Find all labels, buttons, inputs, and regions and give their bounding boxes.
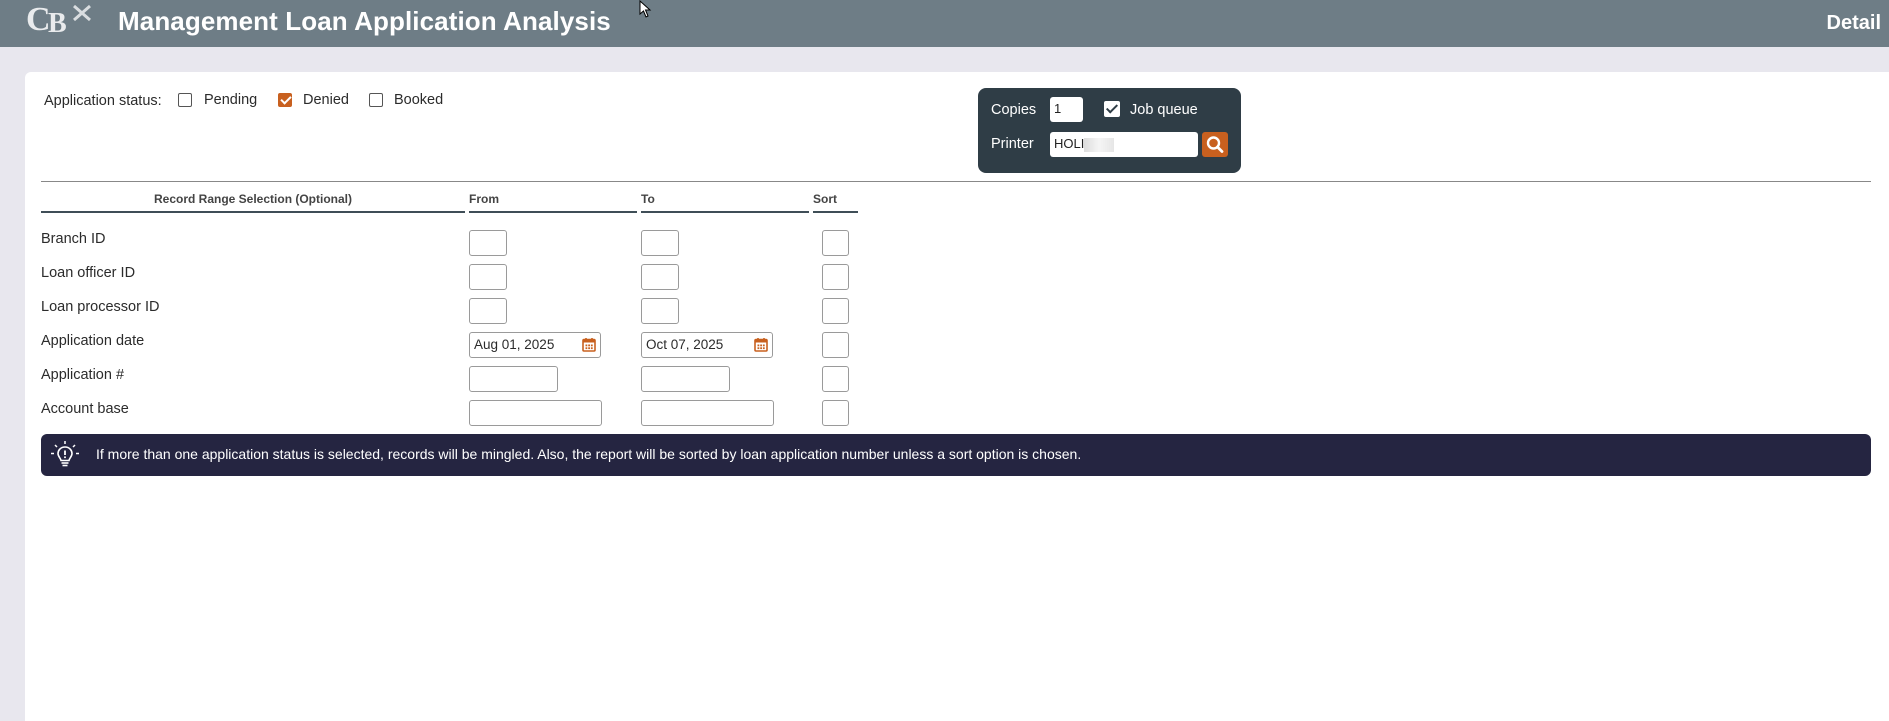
printer-value: HOLI bbox=[1054, 136, 1085, 151]
application-date-label: Application date bbox=[41, 333, 145, 349]
cbx-logo-icon: C B bbox=[26, 1, 91, 39]
loan-processor-id-label: Loan processor ID bbox=[41, 299, 160, 315]
mouse-cursor-icon bbox=[639, 0, 652, 18]
calendar-icon[interactable] bbox=[582, 337, 596, 352]
account-base-label: Account base bbox=[41, 401, 129, 417]
svg-text:C: C bbox=[26, 1, 51, 38]
copies-label: Copies bbox=[991, 102, 1037, 118]
branch-id-to-input[interactable] bbox=[641, 230, 679, 256]
branch-id-from-input[interactable] bbox=[469, 230, 507, 256]
branch-id-label: Branch ID bbox=[41, 231, 106, 247]
application-status-label: Application status: bbox=[44, 93, 162, 109]
job-queue-checkbox[interactable] bbox=[1104, 101, 1120, 117]
denied-label[interactable]: Denied bbox=[303, 92, 349, 108]
application-number-sort-input[interactable] bbox=[822, 366, 849, 392]
print-options-box: Copies 1 Job queue Printer HOLI bbox=[978, 88, 1241, 173]
account-base-to-input[interactable] bbox=[641, 400, 774, 426]
redacted-text bbox=[1084, 137, 1115, 152]
copies-input[interactable]: 1 bbox=[1050, 97, 1083, 122]
loan-processor-id-sort-input[interactable] bbox=[822, 298, 849, 324]
pending-label[interactable]: Pending bbox=[204, 92, 257, 108]
loan-processor-id-to-input[interactable] bbox=[641, 298, 679, 324]
view-mode-label: Detail bbox=[1826, 12, 1881, 34]
branch-id-sort-input[interactable] bbox=[822, 230, 849, 256]
application-date-sort-input[interactable] bbox=[822, 332, 849, 358]
lightbulb-icon bbox=[51, 441, 79, 467]
application-number-from-input[interactable] bbox=[469, 366, 558, 392]
loan-officer-id-label: Loan officer ID bbox=[41, 265, 136, 281]
application-date-to-value: Oct 07, 2025 bbox=[646, 337, 724, 352]
loan-processor-id-from-input[interactable] bbox=[469, 298, 507, 324]
pending-checkbox[interactable] bbox=[178, 93, 192, 107]
loan-officer-id-sort-input[interactable] bbox=[822, 264, 849, 290]
account-base-sort-input[interactable] bbox=[822, 400, 849, 426]
printer-input[interactable]: HOLI bbox=[1050, 132, 1198, 157]
svg-text:B: B bbox=[48, 8, 67, 39]
job-queue-label[interactable]: Job queue bbox=[1130, 102, 1198, 118]
calendar-icon[interactable] bbox=[754, 337, 768, 352]
denied-checkbox[interactable] bbox=[278, 93, 292, 107]
main-panel bbox=[25, 72, 1889, 721]
from-column-header: From bbox=[469, 192, 637, 213]
search-icon bbox=[1206, 136, 1224, 153]
section-divider bbox=[41, 181, 1871, 182]
application-date-from-input[interactable]: Aug 01, 2025 bbox=[469, 332, 601, 358]
account-base-from-input[interactable] bbox=[469, 400, 602, 426]
printer-label: Printer bbox=[991, 136, 1034, 152]
page-title: Management Loan Application Analysis bbox=[118, 6, 611, 36]
record-range-header: Record Range Selection (Optional) bbox=[41, 192, 465, 213]
info-message-bar: If more than one application status is s… bbox=[41, 434, 1871, 476]
loan-officer-id-from-input[interactable] bbox=[469, 264, 507, 290]
application-number-label: Application # bbox=[41, 367, 125, 383]
loan-officer-id-to-input[interactable] bbox=[641, 264, 679, 290]
application-date-to-input[interactable]: Oct 07, 2025 bbox=[641, 332, 773, 358]
booked-checkbox[interactable] bbox=[369, 93, 383, 107]
info-message-text: If more than one application status is s… bbox=[96, 446, 1082, 462]
booked-label[interactable]: Booked bbox=[394, 92, 443, 108]
printer-search-button[interactable] bbox=[1202, 132, 1228, 157]
app-header: C B Management Loan Application Analysis… bbox=[0, 0, 1889, 47]
to-column-header: To bbox=[641, 192, 809, 213]
application-number-to-input[interactable] bbox=[641, 366, 730, 392]
application-date-from-value: Aug 01, 2025 bbox=[474, 337, 555, 352]
sort-column-header: Sort bbox=[813, 192, 858, 213]
